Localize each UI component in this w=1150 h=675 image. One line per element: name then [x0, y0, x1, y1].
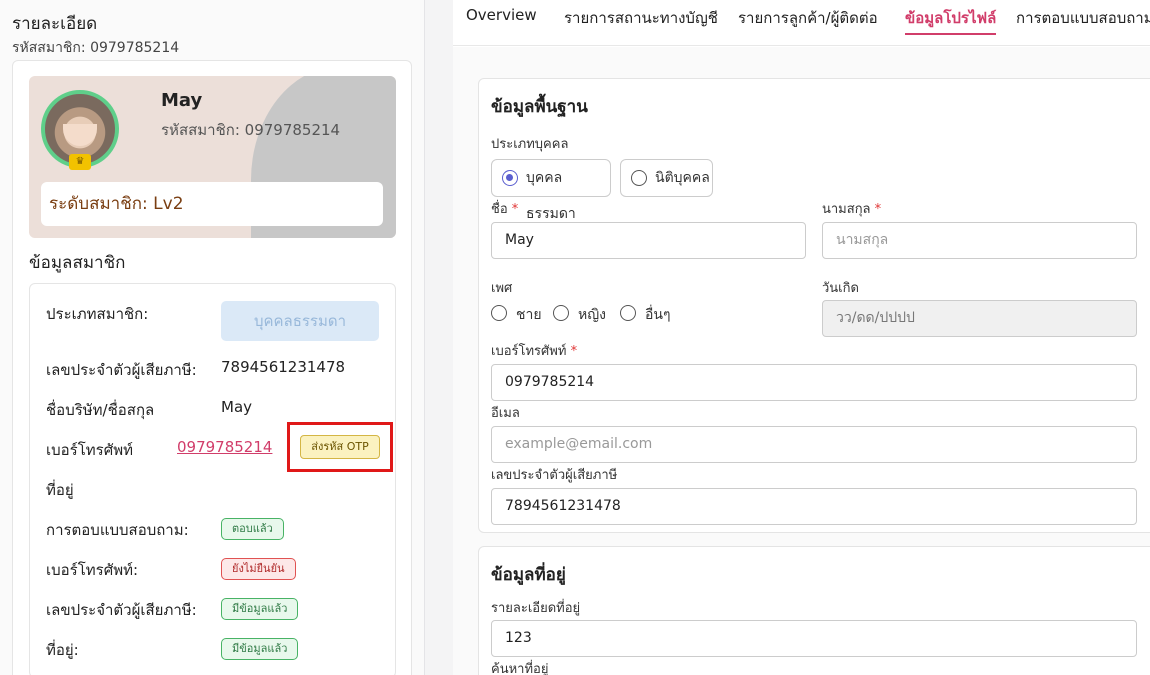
tab-bar: Overview รายการสถานะทางบัญชี รายการลูกค้…: [453, 0, 1150, 46]
address-section: ข้อมูลที่อยู่ รายละเอียดที่อยู่ 123 ค้นห…: [478, 546, 1150, 675]
member-section-title: ข้อมูลสมาชิก: [29, 253, 126, 273]
radio-checked-icon: [502, 170, 518, 186]
member-type-label: ประเภทสมาชิก:: [46, 305, 149, 323]
phone-input[interactable]: 0979785214: [491, 364, 1137, 401]
company-value: May: [221, 398, 253, 416]
gender-female-label: หญิง: [578, 307, 606, 323]
survey-label: การตอบแบบสอบถาม:: [46, 521, 189, 539]
tab-profile[interactable]: ข้อมูลโปรไฟล์: [905, 6, 997, 35]
person-type-juristic-label: นิติบุคคล: [655, 170, 710, 186]
email-input[interactable]: example@email.com: [491, 426, 1137, 463]
person-type-individual[interactable]: บุคคลธรรมดา: [491, 159, 611, 222]
person-type-label: ประเภทบุคคล: [491, 137, 569, 152]
phone-status-label: เบอร์โทรศัพท์:: [46, 561, 139, 579]
company-label: ชื่อบริษัท/ชื่อสกุล: [46, 401, 155, 419]
phone-label-field: เบอร์โทรศัพท์ *: [491, 344, 578, 359]
tab-customers-contacts[interactable]: รายการลูกค้า/ผู้ติดต่อ: [738, 6, 878, 30]
birthday-input[interactable]: วว/ดด/ปปปป: [822, 300, 1137, 337]
address-title: ข้อมูลที่อยู่: [491, 565, 566, 585]
basic-info-section: ข้อมูลพื้นฐาน ประเภทบุคคล บุคคลธรรมดา นิ…: [478, 78, 1150, 533]
phone-status-badge: ยังไม่ยืนยัน: [221, 558, 296, 580]
otp-highlight-box: ส่งรหัส OTP: [287, 422, 393, 472]
profile-banner: ♛ May รหัสสมาชิก: 0979785214 ระดับสมาชิก…: [29, 76, 396, 238]
gender-other-label: อื่นๆ: [645, 307, 671, 323]
address-status-label: ที่อยู่:: [46, 641, 79, 659]
tax-id-value: 7894561231478: [221, 358, 346, 376]
tab-survey[interactable]: การตอบแบบสอบถาม: [1016, 6, 1150, 30]
gender-female-radio[interactable]: [553, 305, 569, 321]
tax-id-field-label: เลขประจำตัวผู้เสียภาษี: [491, 468, 618, 483]
person-type-juristic[interactable]: นิติบุคคล: [620, 159, 713, 197]
tab-account-status[interactable]: รายการสถานะทางบัญชี: [564, 6, 718, 30]
last-name-label: นามสกุล *: [822, 202, 882, 217]
member-type-button[interactable]: บุคคลธรรมดา: [221, 301, 379, 341]
email-label: อีเมล: [491, 406, 520, 421]
tax-id-input[interactable]: 7894561231478: [491, 488, 1137, 525]
address-label: ที่อยู่: [46, 481, 74, 499]
panel-title: รายละเอียด: [12, 14, 98, 34]
person-type-individual-label: บุคคลธรรมดา: [526, 170, 576, 222]
tax-status-badge: มีข้อมูลแล้ว: [221, 598, 299, 620]
profile-name: May: [161, 90, 203, 111]
basic-info-title: ข้อมูลพื้นฐาน: [491, 97, 588, 117]
survey-status-badge: ตอบแล้ว: [221, 518, 284, 540]
birthday-label: วันเกิด: [822, 281, 859, 296]
member-info-box: ประเภทสมาชิก: บุคคลธรรมดา เลขประจำตัวผู้…: [29, 283, 396, 675]
address-status-badge: มีข้อมูลแล้ว: [221, 638, 299, 660]
phone-label: เบอร์โทรศัพท์: [46, 441, 134, 459]
send-otp-button[interactable]: ส่งรหัส OTP: [300, 435, 380, 459]
first-name-label: ชื่อ *: [491, 202, 519, 217]
profile-editor-panel: Overview รายการสถานะทางบัญชี รายการลูกค้…: [453, 0, 1150, 675]
avatar-face: [63, 124, 97, 146]
phone-link[interactable]: 0979785214: [177, 438, 272, 456]
gender-male-label: ชาย: [516, 307, 542, 323]
tab-overview[interactable]: Overview: [466, 6, 537, 24]
gender-other-radio[interactable]: [620, 305, 636, 321]
crown-icon: ♛: [69, 154, 91, 170]
tax-status-label: เลขประจำตัวผู้เสียภาษี:: [46, 601, 197, 619]
gender-male-radio[interactable]: [491, 305, 507, 321]
member-detail-panel: รายละเอียด รหัสสมาชิก: 0979785214 ♛ May …: [0, 0, 425, 675]
gender-label: เพศ: [491, 281, 513, 296]
last-name-input[interactable]: นามสกุล: [822, 222, 1137, 259]
member-card: ♛ May รหัสสมาชิก: 0979785214 ระดับสมาชิก…: [12, 60, 412, 675]
tax-id-label: เลขประจำตัวผู้เสียภาษี:: [46, 361, 197, 379]
profile-member-code: รหัสสมาชิก: 0979785214: [161, 121, 341, 139]
first-name-input[interactable]: May: [491, 222, 806, 259]
address-detail-label: รายละเอียดที่อยู่: [491, 601, 581, 616]
member-code: รหัสสมาชิก: 0979785214: [12, 40, 180, 56]
address-search-label: ค้นหาที่อยู่: [491, 662, 549, 675]
radio-unchecked-icon: [631, 170, 647, 186]
member-level: ระดับสมาชิก: Lv2: [41, 182, 383, 226]
tab-content: ข้อมูลพื้นฐาน ประเภทบุคคล บุคคลธรรมดา นิ…: [453, 47, 1150, 675]
address-detail-input[interactable]: 123: [491, 620, 1137, 657]
